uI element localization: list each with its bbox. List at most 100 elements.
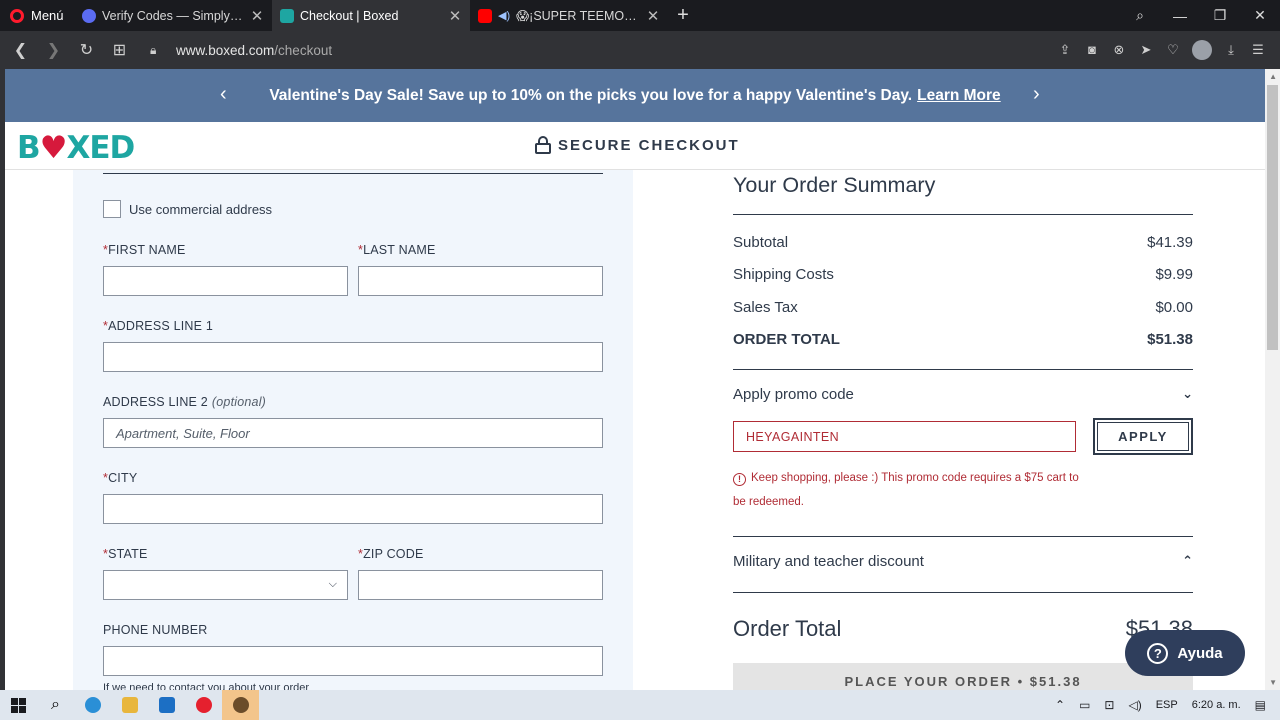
- close-tab-icon[interactable]: ✕: [250, 7, 264, 25]
- promo-code-input[interactable]: HEYAGAINTEN: [733, 421, 1076, 452]
- youtube-favicon-icon: [478, 8, 492, 23]
- back-icon[interactable]: ❮: [4, 40, 37, 60]
- network-icon[interactable]: ⊡: [1104, 698, 1114, 712]
- simplycodes-favicon-icon: [82, 8, 96, 23]
- commercial-address-label: Use commercial address: [129, 201, 273, 217]
- banner-prev-icon[interactable]: ‹: [220, 83, 227, 106]
- promo-code-label: Apply promo code: [733, 386, 854, 403]
- volume-icon[interactable]: ◁): [1128, 698, 1141, 712]
- zip-code-input[interactable]: [358, 570, 603, 600]
- page-viewport: ‹ Valentine's Day Sale! Save up to 10% o…: [0, 69, 1280, 690]
- first-name-input[interactable]: [103, 266, 348, 296]
- mail-icon[interactable]: [148, 690, 185, 720]
- commercial-address-option[interactable]: Use commercial address: [103, 200, 272, 218]
- secure-checkout-title: SECURE CHECKOUT: [535, 136, 740, 154]
- search-tabs-icon[interactable]: ⌕: [1120, 7, 1160, 24]
- phone-number-label: PHONE NUMBER: [103, 623, 208, 637]
- url-field[interactable]: www.boxed.com/checkout: [176, 43, 332, 58]
- last-name-input[interactable]: [358, 266, 603, 296]
- divider: [103, 173, 603, 174]
- address-line-2-label: ADDRESS LINE 2 (optional): [103, 395, 267, 409]
- phone-number-input[interactable]: [103, 646, 603, 676]
- learn-more-link[interactable]: Learn More: [917, 87, 1001, 105]
- download-icon[interactable]: ⤓: [1223, 42, 1239, 58]
- state-select[interactable]: ⌵: [103, 570, 348, 600]
- tab-simplycodes[interactable]: Verify Codes — SimplyCodes ✕: [74, 0, 272, 31]
- scroll-up-icon[interactable]: ▲: [1269, 72, 1277, 81]
- scrollbar-thumb[interactable]: [1267, 85, 1278, 350]
- padlock-icon: [535, 136, 551, 154]
- commercial-address-checkbox[interactable]: [103, 200, 121, 218]
- promo-banner: ‹ Valentine's Day Sale! Save up to 10% o…: [5, 69, 1265, 122]
- camera-icon[interactable]: ◙: [1084, 42, 1100, 58]
- chevron-up-icon: ⌃: [1182, 553, 1193, 568]
- opera-taskbar-icon[interactable]: [185, 690, 222, 720]
- first-name-label: *FIRST NAME: [103, 243, 186, 257]
- address-form: Use commercial address *FIRST NAME *LAST…: [73, 170, 633, 690]
- address-line-1-label: *ADDRESS LINE 1: [103, 319, 213, 333]
- window-controls: ⌕ — ❐ ✕: [1120, 0, 1280, 31]
- military-teacher-discount-toggle[interactable]: Military and teacher discount ⌃: [733, 553, 1193, 570]
- order-summary-title: Your Order Summary: [733, 173, 936, 197]
- order-total-row: ORDER TOTAL $51.38: [733, 331, 1193, 348]
- promo-code-toggle[interactable]: Apply promo code ⌄: [733, 386, 1193, 403]
- edge-icon[interactable]: [74, 690, 111, 720]
- apply-promo-button[interactable]: APPLY: [1093, 418, 1193, 455]
- opera-logo-icon: [10, 8, 24, 23]
- military-discount-label: Military and teacher discount: [733, 553, 924, 570]
- phone-helper-text: If we need to contact you about your ord…: [103, 682, 310, 690]
- place-order-button[interactable]: PLACE YOUR ORDER • $51.38: [733, 663, 1193, 690]
- tab-youtube[interactable]: ◀) 😱¡SUPER TEEMO *DEATH ✕: [470, 0, 668, 31]
- tab-title: 😱¡SUPER TEEMO *DEATH: [516, 9, 640, 23]
- banner-next-icon[interactable]: ›: [1033, 83, 1040, 106]
- language-indicator[interactable]: ESP: [1156, 699, 1178, 711]
- tab-grid-icon[interactable]: ⊞: [103, 40, 136, 60]
- chevron-down-icon: ⌵: [328, 578, 337, 590]
- divider: [733, 369, 1193, 370]
- site-header: B♥XED SECURE CHECKOUT: [5, 122, 1265, 170]
- file-explorer-icon[interactable]: [111, 690, 148, 720]
- share-icon[interactable]: ⇪: [1057, 42, 1073, 58]
- start-button[interactable]: [0, 690, 37, 720]
- state-label: *STATE: [103, 547, 148, 561]
- address-bar: ❮ ❯ ↻ ⊞ 🔒︎ www.boxed.com/checkout ⇪ ◙ ⊗ …: [0, 31, 1280, 69]
- tab-boxed-checkout[interactable]: Checkout | Boxed ✕: [272, 0, 470, 31]
- boxed-logo[interactable]: B♥XED: [17, 130, 135, 166]
- shipping-row: Shipping Costs $9.99: [733, 266, 1193, 283]
- clock[interactable]: 6:20 a. m.: [1192, 699, 1241, 711]
- send-icon[interactable]: ➤: [1138, 42, 1154, 58]
- display-icon[interactable]: ▭: [1079, 698, 1090, 712]
- new-tab-button[interactable]: +: [668, 0, 698, 31]
- ad-block-icon[interactable]: ⊗: [1111, 42, 1127, 58]
- subtotal-row: Subtotal $41.39: [733, 234, 1193, 251]
- address-line-2-input[interactable]: Apartment, Suite, Floor: [103, 418, 603, 448]
- close-tab-icon[interactable]: ✕: [646, 7, 660, 25]
- question-icon: ?: [1147, 642, 1169, 664]
- opera-menu-button[interactable]: Menú: [0, 0, 74, 31]
- address-line-1-input[interactable]: [103, 342, 603, 372]
- league-client-icon[interactable]: [222, 690, 259, 720]
- heart-icon[interactable]: ♡: [1165, 42, 1181, 58]
- chevron-up-icon[interactable]: ⌃: [1055, 698, 1065, 712]
- notifications-icon[interactable]: ▤: [1255, 698, 1266, 712]
- reload-icon[interactable]: ↻: [70, 40, 103, 60]
- scroll-down-icon[interactable]: ▼: [1269, 678, 1277, 687]
- profile-avatar[interactable]: [1192, 40, 1212, 60]
- forward-icon[interactable]: ❯: [37, 40, 70, 60]
- help-button[interactable]: ? Ayuda: [1125, 630, 1245, 676]
- easy-setup-icon[interactable]: ☰: [1250, 42, 1266, 58]
- minimize-icon[interactable]: —: [1160, 8, 1200, 24]
- search-icon[interactable]: ⌕: [37, 690, 74, 720]
- close-window-icon[interactable]: ✕: [1240, 7, 1280, 24]
- sales-tax-row: Sales Tax $0.00: [733, 299, 1193, 316]
- close-tab-icon[interactable]: ✕: [448, 7, 462, 25]
- page-scrollbar[interactable]: ▲ ▼: [1265, 69, 1280, 690]
- zip-code-label: *ZIP CODE: [358, 547, 424, 561]
- restore-icon[interactable]: ❐: [1200, 7, 1240, 24]
- banner-text: Valentine's Day Sale! Save up to 10% on …: [269, 86, 913, 104]
- browser-tab-bar: Menú Verify Codes — SimplyCodes ✕ Checko…: [0, 0, 1280, 31]
- padlock-icon[interactable]: 🔒︎: [150, 43, 170, 58]
- system-tray: ⌃ ▭ ⊡ ◁) ESP 6:20 a. m. ▤: [1055, 698, 1280, 712]
- city-input[interactable]: [103, 494, 603, 524]
- opera-menu-label: Menú: [31, 8, 64, 23]
